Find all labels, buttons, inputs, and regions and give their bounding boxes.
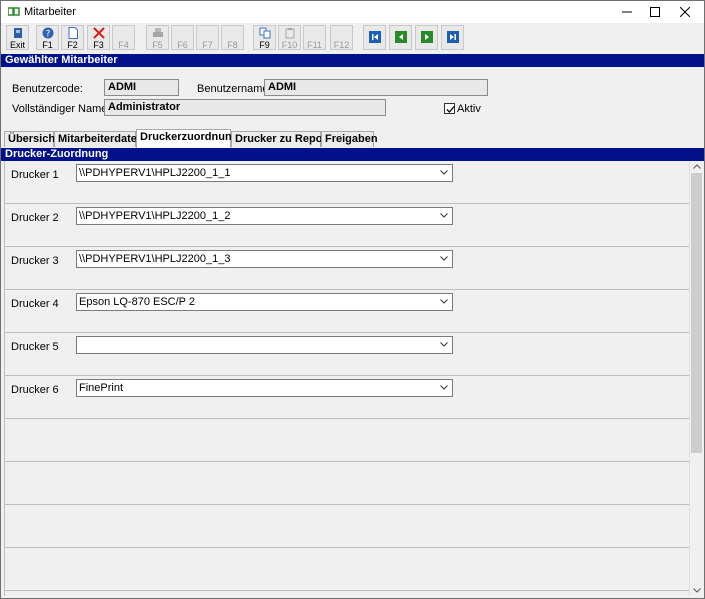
printer-1-value: \\PDHYPERV1\HPLJ2200_1_1	[79, 167, 231, 179]
scroll-down-icon[interactable]	[693, 588, 701, 593]
maximize-icon	[650, 7, 660, 17]
printer-5-label: Drucker 5	[11, 341, 59, 353]
chevron-down-icon	[440, 256, 448, 261]
f5-print-button[interactable]: F5	[146, 25, 169, 50]
app-icon	[8, 7, 20, 16]
printer-assignment-header: Drucker-Zuordnung	[1, 148, 704, 161]
chevron-down-icon	[440, 213, 448, 218]
tab-approvals[interactable]: Freigaben	[321, 131, 378, 147]
next-record-icon	[421, 31, 433, 43]
full-name-field[interactable]: Administrator	[104, 99, 386, 116]
window-title: Mitarbeiter	[24, 6, 76, 18]
f1-help-button[interactable]: ? F1	[36, 25, 59, 50]
f9-copy-button[interactable]: F9	[253, 25, 276, 50]
vertical-scrollbar[interactable]	[689, 161, 703, 596]
copy-icon	[259, 27, 271, 39]
new-document-icon	[68, 27, 78, 39]
empty-row	[5, 548, 690, 591]
full-name-label: Vollständiger Name:	[12, 103, 111, 115]
checkmark-icon	[446, 106, 455, 113]
next-record-button[interactable]	[415, 25, 438, 50]
exit-button[interactable]: Exit	[6, 25, 29, 50]
f2-new-button[interactable]: F2	[61, 25, 84, 50]
active-label: Aktiv	[457, 103, 481, 115]
user-code-label: Benutzercode:	[12, 83, 83, 95]
exit-icon	[14, 28, 22, 38]
printer-6-value: FinePrint	[79, 382, 124, 394]
previous-record-button[interactable]	[389, 25, 412, 50]
chevron-down-icon	[440, 342, 448, 347]
scroll-up-icon[interactable]	[693, 164, 701, 169]
printer-3-select[interactable]: \\PDHYPERV1\HPLJ2200_1_3	[76, 250, 453, 268]
paste-icon	[285, 28, 295, 39]
svg-text:?: ?	[46, 30, 51, 40]
chevron-down-icon	[440, 299, 448, 304]
printer-row-2: Drucker 2 \\PDHYPERV1\HPLJ2200_1_2	[5, 204, 690, 247]
printer-row-6: Drucker 6 FinePrint	[5, 376, 690, 419]
f11-button[interactable]: F11	[303, 25, 326, 50]
empty-row	[5, 419, 690, 462]
title-bar: Mitarbeiter	[1, 1, 704, 23]
printer-1-select[interactable]: \\PDHYPERV1\HPLJ2200_1_1	[76, 164, 453, 182]
f3-delete-button[interactable]: F3	[87, 25, 110, 50]
chevron-down-icon	[440, 385, 448, 390]
printer-row-1: Drucker 1 \\PDHYPERV1\HPLJ2200_1_1	[5, 161, 690, 204]
printer-4-value: Epson LQ-870 ESC/P 2	[79, 296, 195, 308]
user-name-field[interactable]: ADMI	[264, 79, 488, 96]
f7-button[interactable]: F7	[196, 25, 219, 50]
print-icon	[153, 28, 163, 37]
printer-3-value: \\PDHYPERV1\HPLJ2200_1_3	[79, 253, 231, 265]
printer-row-5: Drucker 5	[5, 333, 690, 376]
f12-button[interactable]: F12	[330, 25, 353, 50]
printer-2-value: \\PDHYPERV1\HPLJ2200_1_2	[79, 210, 231, 222]
last-record-icon	[447, 31, 459, 43]
first-record-icon	[369, 31, 381, 43]
f6-button[interactable]: F6	[171, 25, 194, 50]
printer-2-select[interactable]: \\PDHYPERV1\HPLJ2200_1_2	[76, 207, 453, 225]
tab-printer-assignment[interactable]: Druckerzuordnung	[136, 129, 238, 148]
help-icon: ?	[42, 27, 54, 39]
empty-row	[5, 462, 690, 505]
printer-4-label: Drucker 4	[11, 298, 59, 310]
printer-4-select[interactable]: Epson LQ-870 ESC/P 2	[76, 293, 453, 311]
printer-assignment-panel: Drucker 1 \\PDHYPERV1\HPLJ2200_1_1 Druck…	[4, 161, 690, 596]
scrollbar-thumb[interactable]	[691, 173, 702, 453]
minimize-icon	[622, 11, 632, 13]
toolbar: Exit ? F1 F2 F3 F4 F5 F6 F7 F8 F9 F10 F1…	[1, 23, 704, 51]
printer-6-label: Drucker 6	[11, 384, 59, 396]
previous-record-icon	[395, 31, 407, 43]
printer-1-label: Drucker 1	[11, 169, 59, 181]
last-record-button[interactable]	[441, 25, 464, 50]
window: Mitarbeiter Exit ? F1 F2 F3 F4 F5 F6 F7 …	[0, 0, 705, 599]
close-button[interactable]	[671, 1, 699, 23]
chevron-down-icon	[440, 170, 448, 175]
user-name-label: Benutzername:	[197, 83, 272, 95]
printer-2-label: Drucker 2	[11, 212, 59, 224]
tab-overview[interactable]: Übersicht	[4, 131, 59, 147]
printer-3-label: Drucker 3	[11, 255, 59, 267]
printer-row-3: Drucker 3 \\PDHYPERV1\HPLJ2200_1_3	[5, 247, 690, 290]
f8-button[interactable]: F8	[221, 25, 244, 50]
printer-5-select[interactable]	[76, 336, 453, 354]
tab-printer-to-report[interactable]: Drucker zu Report	[231, 131, 330, 147]
maximize-button[interactable]	[641, 1, 669, 23]
f4-button[interactable]: F4	[112, 25, 135, 50]
empty-row	[5, 505, 690, 548]
user-code-field[interactable]: ADMI	[104, 79, 179, 96]
delete-icon	[93, 27, 105, 39]
close-icon	[680, 7, 690, 17]
tab-employee-data[interactable]: Mitarbeiterdaten	[54, 131, 144, 147]
selected-employee-header: Gewählter Mitarbeiter	[1, 54, 704, 67]
printer-row-4: Drucker 4 Epson LQ-870 ESC/P 2	[5, 290, 690, 333]
minimize-button[interactable]	[613, 1, 641, 23]
printer-6-select[interactable]: FinePrint	[76, 379, 453, 397]
f10-paste-button[interactable]: F10	[278, 25, 301, 50]
first-record-button[interactable]	[363, 25, 386, 50]
active-checkbox[interactable]	[444, 103, 455, 114]
